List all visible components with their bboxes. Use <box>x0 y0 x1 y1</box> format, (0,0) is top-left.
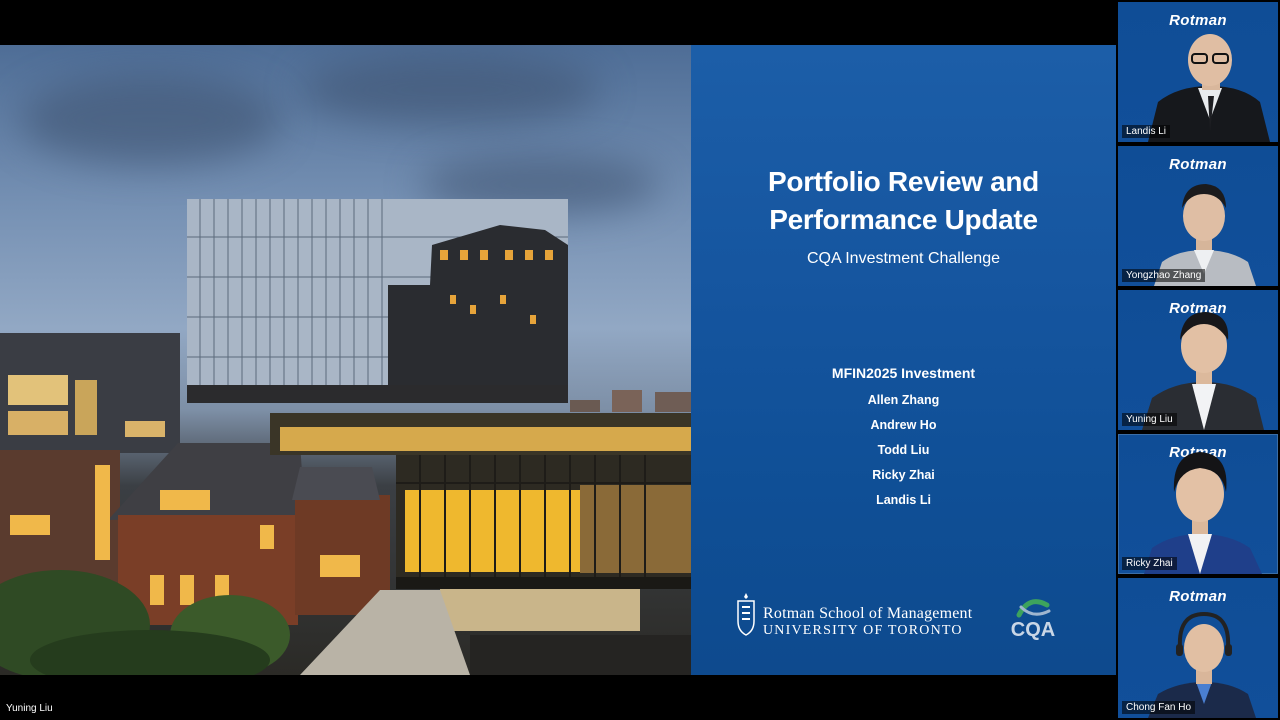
participant-name: Ricky Zhai <box>1122 557 1177 570</box>
participant-video <box>1154 184 1256 286</box>
slide-subtitle: CQA Investment Challenge <box>807 250 1000 267</box>
slide-title-line-1: Portfolio Review and <box>768 166 1039 197</box>
participant-tile-ricky-zhai[interactable]: Rotman Ricky Zhai <box>1118 434 1278 574</box>
participant-name: Landis Li <box>1122 125 1171 138</box>
screen-share-area: Portfolio Review and Performance Update … <box>0 0 1116 720</box>
team-member-list: Allen Zhang Andrew Ho Todd Liu Ricky Zha… <box>691 392 1116 517</box>
team-member: Ricky Zhai <box>872 468 935 482</box>
participant-tile-landis-li[interactable]: Rotman Landis Li <box>1118 2 1278 142</box>
slide-building-photo <box>0 45 691 675</box>
participant-name: Chong Fan Ho <box>1122 701 1196 714</box>
slide-title-line-2: Performance Update <box>769 204 1038 235</box>
slide-text-panel: Portfolio Review and Performance Update … <box>691 45 1116 675</box>
cqa-logo: CQA <box>1005 593 1065 649</box>
team-member: Landis Li <box>876 493 931 507</box>
shared-slide: Portfolio Review and Performance Update … <box>0 45 1116 675</box>
participant-video <box>1148 611 1256 718</box>
school-name: Rotman School of Management <box>763 605 973 622</box>
presenter-name-label: Yuning Liu <box>6 703 53 714</box>
school-logo: Rotman School of Management UNIVERSITY O… <box>731 585 1071 649</box>
participant-tile-yuning-liu[interactable]: Rotman Yuning Liu <box>1118 290 1278 430</box>
participant-video <box>1144 452 1262 574</box>
participant-gallery: Rotman Landis Li Rotman Yongzhao Zhang R… <box>1116 0 1280 720</box>
participant-video <box>1148 34 1270 142</box>
participant-tile-yongzhao-zhang[interactable]: Rotman Yongzhao Zhang <box>1118 146 1278 286</box>
participant-video <box>1142 312 1264 430</box>
team-member: Todd Liu <box>877 443 930 457</box>
university-name: UNIVERSITY OF TORONTO <box>763 623 963 638</box>
team-heading: MFIN2025 Investment <box>831 365 976 381</box>
participant-name: Yuning Liu <box>1122 413 1177 426</box>
slide-title: Portfolio Review and Performance Update <box>691 163 1116 239</box>
university-crest-icon <box>737 593 755 636</box>
cqa-logo-text: CQA <box>1010 619 1056 641</box>
participant-name: Yongzhao Zhang <box>1122 269 1206 282</box>
team-member: Andrew Ho <box>870 418 937 432</box>
participant-tile-chong-fan-ho[interactable]: Rotman Chong Fan Ho <box>1118 578 1278 718</box>
team-member: Allen Zhang <box>867 393 940 407</box>
